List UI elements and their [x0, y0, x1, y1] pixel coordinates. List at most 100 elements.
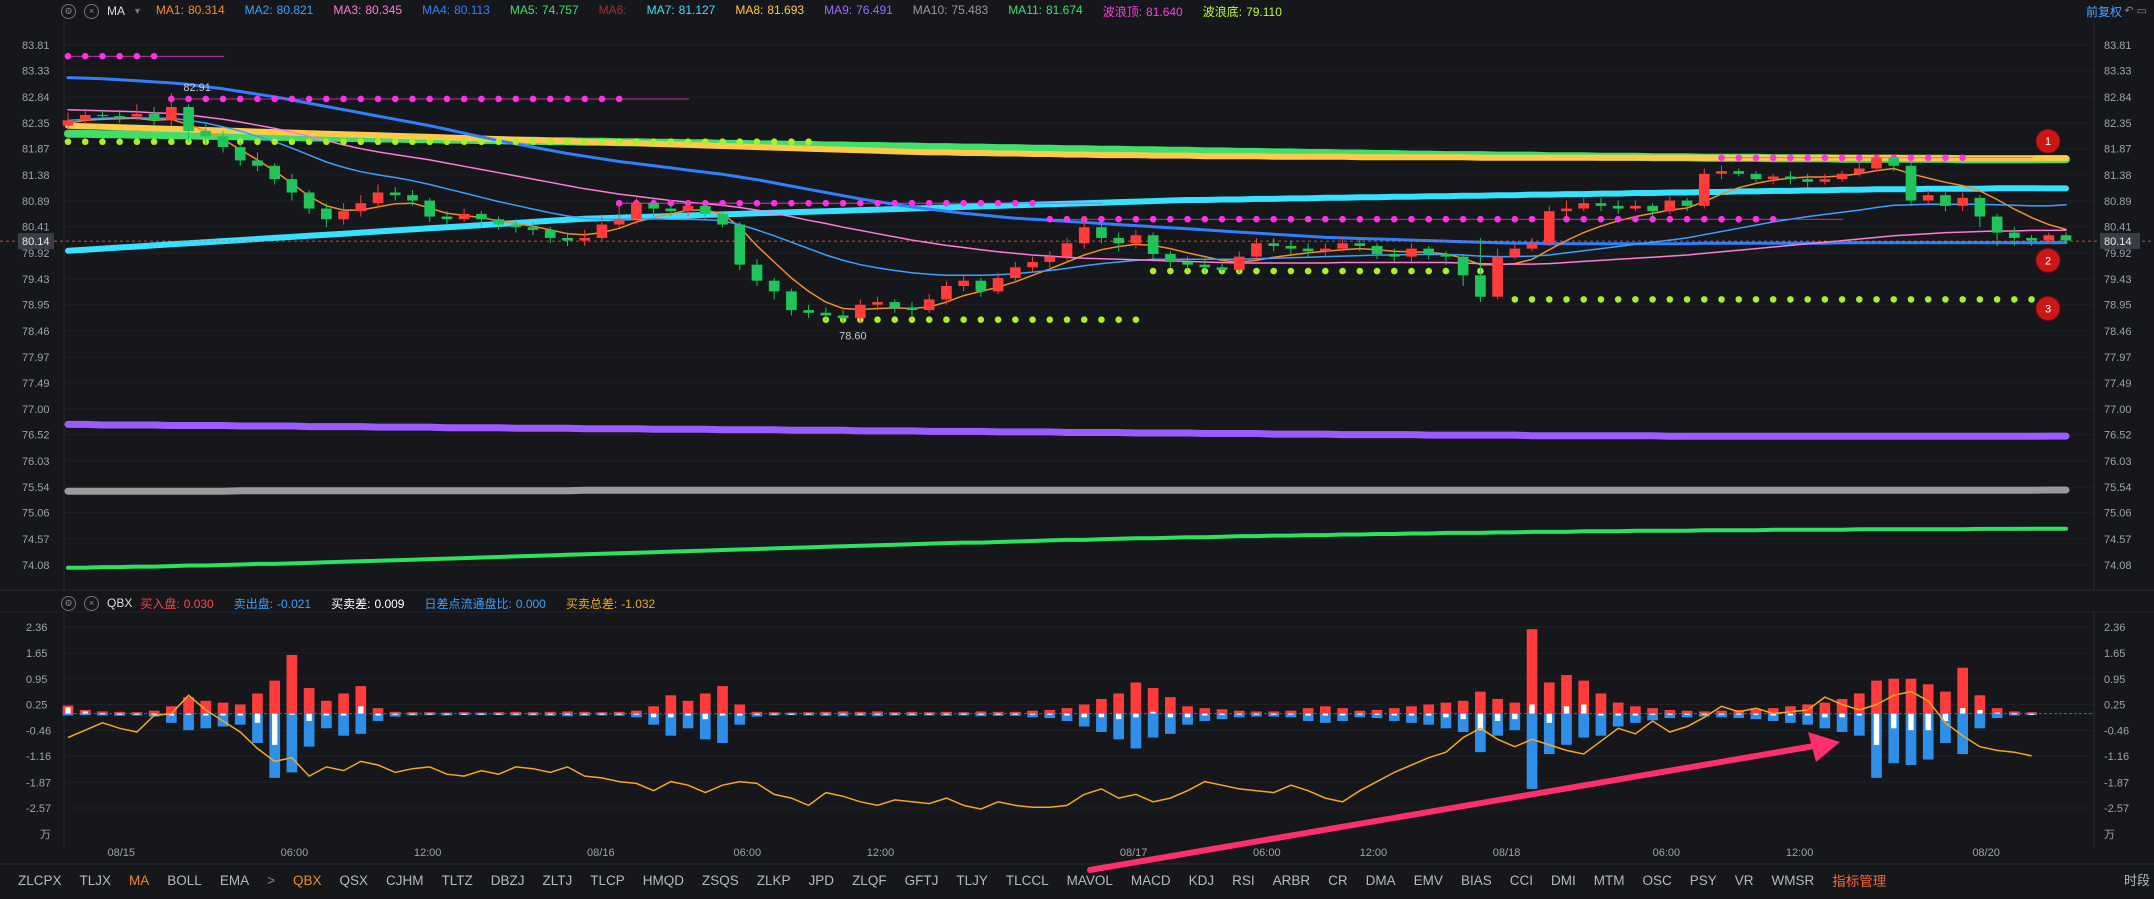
sub-y-tick-left: 2.36 — [26, 622, 47, 634]
wave-bottom-dot — [1700, 296, 1708, 303]
candle-body — [1337, 243, 1348, 249]
sell-bar — [1612, 713, 1624, 727]
tab-wmsr[interactable]: WMSR — [1772, 873, 1815, 888]
tab-macd[interactable]: MACD — [1131, 873, 1171, 888]
tab-ma[interactable]: MA — [129, 873, 149, 888]
tab-gftj[interactable]: GFTJ — [905, 873, 939, 888]
tab-cci[interactable]: CCI — [1510, 873, 1533, 888]
tab-jpd[interactable]: JPD — [809, 873, 835, 888]
tab-zsqs[interactable]: ZSQS — [702, 873, 739, 888]
tab-tltz[interactable]: TLTZ — [442, 873, 473, 888]
tab-dbzj[interactable]: DBZJ — [491, 873, 525, 888]
tab-kdj[interactable]: KDJ — [1189, 873, 1215, 888]
main-y-tick-left: 77.97 — [22, 352, 50, 364]
diff-bar — [461, 713, 467, 715]
wave-bottom-dot — [977, 316, 985, 323]
tab-bias[interactable]: BIAS — [1461, 873, 1492, 888]
diff-bar — [1288, 713, 1294, 715]
tab-[interactable]: > — [267, 873, 275, 888]
tab-tlcp[interactable]: TLCP — [590, 873, 625, 888]
buy-bar — [1302, 708, 1314, 714]
tab-cjhm[interactable]: CJHM — [386, 873, 424, 888]
main-y-tick-right: 77.00 — [2104, 404, 2132, 416]
tab-[interactable]: 指标管理 — [1832, 870, 1886, 890]
wave-bottom-dot — [1769, 296, 1777, 303]
tab-zlcpx[interactable]: ZLCPX — [18, 873, 62, 888]
tab-vr[interactable]: VR — [1735, 873, 1754, 888]
sub-indicator-name[interactable]: QBX — [107, 596, 132, 610]
wave-bottom-dot — [1511, 296, 1519, 303]
candle-body — [1785, 176, 1796, 180]
tab-zlqf[interactable]: ZLQF — [852, 873, 887, 888]
tab-cr[interactable]: CR — [1328, 873, 1348, 888]
candle-body — [79, 115, 91, 121]
tab-emv[interactable]: EMV — [1414, 873, 1443, 888]
main-y-tick-right: 81.38 — [2104, 170, 2132, 182]
ma-legend-value: 76.491 — [856, 2, 893, 17]
ma-values: MA1: 80.314 MA2: 80.821 MA3: 80.345 MA4: 80.113… — [156, 3, 1302, 20]
tab-arbr[interactable]: ARBR — [1273, 873, 1311, 888]
close-icon[interactable]: × — [84, 3, 99, 19]
close-icon[interactable]: × — [84, 595, 99, 611]
ma-legend-value: 81.693 — [767, 2, 805, 17]
diff-bar — [719, 713, 726, 716]
candle-body — [820, 312, 832, 316]
main-y-tick-right: 74.57 — [2104, 534, 2132, 546]
tab-mtm[interactable]: MTM — [1594, 873, 1625, 888]
adjust-mode-button[interactable]: 前复权 — [2086, 3, 2122, 20]
diff-bar — [1994, 712, 2000, 714]
tab-psy[interactable]: PSY — [1690, 873, 1717, 888]
ma-legend-label: MA6: — [598, 2, 627, 17]
diff-bar — [1339, 713, 1346, 716]
x-tick: 08/16 — [587, 847, 615, 859]
tab-rsi[interactable]: RSI — [1232, 873, 1255, 888]
ma-legend-label: MA1: — [155, 2, 184, 17]
buy-bar — [1233, 710, 1245, 714]
buy-bar — [1044, 709, 1056, 714]
tab-dma[interactable]: DMA — [1366, 873, 1396, 888]
sell-bar — [1561, 713, 1572, 745]
settings-icon[interactable]: ⚙ — [61, 3, 76, 19]
tab-mavol[interactable]: MAVOL — [1067, 873, 1113, 888]
chart-canvas[interactable]: 83.81 83.81 83.33 83.33 82.84 82.84 82.35 82.35… — [0, 0, 2154, 899]
buy-bar — [148, 710, 160, 714]
qbx-legend-label: 卖出盘: — [233, 596, 274, 611]
tab-zltj[interactable]: ZLTJ — [543, 873, 573, 888]
wave-bottom-dot — [598, 138, 606, 146]
tab-osc[interactable]: OSC — [1642, 873, 1671, 888]
diff-bar — [306, 713, 312, 721]
wave-bottom-dot — [1373, 267, 1381, 275]
candle-body — [648, 203, 659, 209]
undo-icon[interactable]: ↶▭ — [2124, 4, 2150, 17]
diff-bar — [99, 713, 106, 715]
ma-legend-value: 79.110 — [1246, 4, 1282, 19]
tab-hmqd[interactable]: HMQD — [643, 873, 684, 888]
buy-bar — [1027, 710, 1038, 714]
diff-bar — [203, 713, 209, 716]
tab-dmi[interactable]: DMI — [1551, 873, 1576, 888]
candle-body — [768, 280, 780, 292]
wave-bottom-dot — [1339, 267, 1346, 275]
tab-tlccl[interactable]: TLCCL — [1006, 873, 1049, 888]
tab-boll[interactable]: BOLL — [167, 873, 202, 888]
tab-zlkp[interactable]: ZLKP — [757, 873, 791, 888]
wave-bottom-dot — [1356, 267, 1364, 275]
time-share-button[interactable]: 时段 — [2124, 870, 2150, 889]
candle-body — [1423, 248, 1435, 254]
chevron-down-icon[interactable]: ▼ — [133, 6, 142, 16]
tab-qbx[interactable]: QBX — [293, 873, 322, 888]
main-indicator-name[interactable]: MA — [107, 4, 125, 18]
candle-body — [1027, 261, 1038, 268]
main-y-tick-right: 80.89 — [2104, 196, 2132, 208]
candle-body — [889, 302, 901, 308]
buy-bar — [1440, 702, 1452, 714]
diff-bar — [754, 713, 760, 715]
tab-ema[interactable]: EMA — [220, 873, 249, 888]
tab-tljy[interactable]: TLJY — [956, 873, 988, 888]
tab-qsx[interactable]: QSX — [339, 873, 368, 888]
settings-icon[interactable]: ⚙ — [61, 595, 76, 611]
tab-tljx[interactable]: TLJX — [80, 873, 112, 888]
main-y-tick-left: 83.81 — [22, 40, 50, 52]
wave-bottom-dot — [305, 138, 313, 146]
buy-bar — [131, 712, 143, 714]
